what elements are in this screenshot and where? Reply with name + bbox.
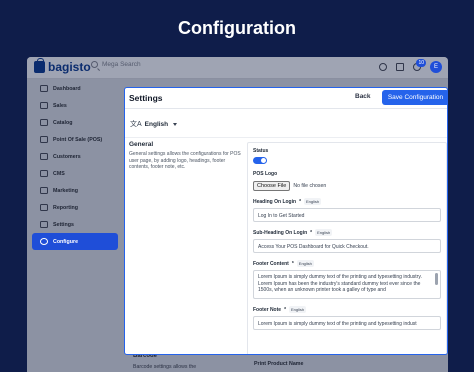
footer-note-input[interactable]: Lorem Ipsum is simply dummy text of the … [253,316,441,330]
notification-badge: 10 [416,59,426,67]
heading-label: Heading On Login * English [253,198,441,205]
subheading-label: Sub-Heading On Login * English [253,229,441,236]
field-label: Status [253,148,269,154]
sidebar-item-sales[interactable]: Sales [32,97,118,114]
status-label: Status [253,148,441,154]
heading-input[interactable]: Log In to Get Started [253,208,441,222]
search-placeholder: Mega Search [102,61,141,68]
shopping-bag-icon [34,58,45,73]
locale-tag: English [296,260,314,267]
modal-title: Settings [129,93,163,103]
sidebar-item-label: Marketing [53,187,79,194]
logo-file-input[interactable]: Choose File No file chosen [253,181,441,191]
sidebar-item-configure[interactable]: Configure [32,233,118,250]
pos-icon [40,136,48,143]
field-label: Footer Content [253,260,289,267]
footer-content-textarea[interactable]: Lorem Ipsum is simply dummy text of the … [253,270,441,299]
sidebar-item-settings[interactable]: Settings [32,216,118,233]
required-mark: * [291,260,294,267]
field-label: POS Logo [253,171,278,177]
required-mark: * [284,306,287,313]
back-button[interactable]: Back [355,93,371,100]
sidebar-item-customers[interactable]: Customers [32,148,118,165]
catalog-icon [40,119,48,126]
bell-icon[interactable]: 10 [413,59,426,71]
print-product-name-label: Print Product Name [254,361,304,367]
sidebar-item-label: Configure [53,238,79,245]
divider [125,137,447,138]
locale-tag: English [304,198,322,205]
customers-icon [40,153,48,160]
sidebar-item-label: Sales [53,102,67,109]
sidebar: Dashboard Sales Catalog Point Of Sale (P… [27,80,123,250]
group-title: General [129,141,154,148]
dashboard-icon [40,85,48,92]
sidebar-item-label: Dashboard [53,85,81,92]
settings-modal: Settings Back Save Configuration 文A Engl… [124,87,448,355]
background-barcode-section: Barcode Barcode settings allows the [133,353,196,370]
sidebar-item-label: Settings [53,221,74,228]
configure-icon [40,238,48,245]
locale-tag: English [315,229,333,236]
sidebar-item-label: CMS [53,170,65,177]
top-bar: bagisto Mega Search 10 E [27,57,448,79]
footer-content-text: Lorem Ipsum is simply dummy text of the … [258,274,422,293]
sidebar-item-label: Customers [53,153,81,160]
settings-icon [40,221,48,228]
reporting-icon [40,204,48,211]
choose-file-button[interactable]: Choose File [253,181,291,191]
mega-search[interactable]: Mega Search [91,61,141,68]
logo-text: bagisto [48,60,91,74]
logo[interactable]: bagisto [34,58,91,74]
modal-header: Settings Back Save Configuration [125,88,447,109]
language-selector[interactable]: 文A English [130,119,178,129]
sidebar-item-cms[interactable]: CMS [32,165,118,182]
field-label: Footer Note [253,306,282,313]
sidebar-item-catalog[interactable]: Catalog [32,114,118,131]
status-toggle[interactable] [253,157,267,164]
sidebar-item-reporting[interactable]: Reporting [32,199,118,216]
required-mark: * [299,198,302,205]
textarea-scrollbar[interactable] [435,273,438,285]
chevron-down-icon [173,122,178,126]
group-description: General settings allows the configuratio… [129,151,241,170]
file-status: No file chosen [293,183,327,189]
translate-icon: 文A [130,121,142,128]
cms-icon [40,170,48,177]
avatar[interactable]: E [430,61,442,73]
sidebar-item-dashboard[interactable]: Dashboard [32,80,118,97]
sidebar-item-label: Catalog [53,119,73,126]
field-label: Heading On Login [253,198,297,205]
locale-tag: English [289,306,307,313]
dark-mode-icon[interactable] [379,63,387,71]
general-settings-form: Status POS Logo Choose File No file chos… [247,142,447,354]
marketing-icon [40,187,48,194]
language-label: English [144,120,169,128]
sidebar-item-label: Reporting [53,204,79,211]
search-icon [91,61,98,68]
page-title: Configuration [178,18,296,38]
sidebar-item-label: Point Of Sale (POS) [53,136,103,143]
footer-note-label: Footer Note * English [253,306,441,313]
sidebar-item-pos[interactable]: Point Of Sale (POS) [32,131,118,148]
barcode-description: Barcode settings allows the [133,364,197,370]
field-label: Sub-Heading On Login [253,229,308,236]
footer-content-label: Footer Content * English [253,260,441,267]
pos-logo-label: POS Logo [253,171,441,177]
subheading-input[interactable]: Access Your POS Dashboard for Quick Chec… [253,239,441,253]
sales-icon [40,102,48,109]
save-configuration-button[interactable]: Save Configuration [382,90,447,105]
required-mark: * [310,229,313,236]
store-icon[interactable] [396,63,404,71]
sidebar-item-marketing[interactable]: Marketing [32,182,118,199]
